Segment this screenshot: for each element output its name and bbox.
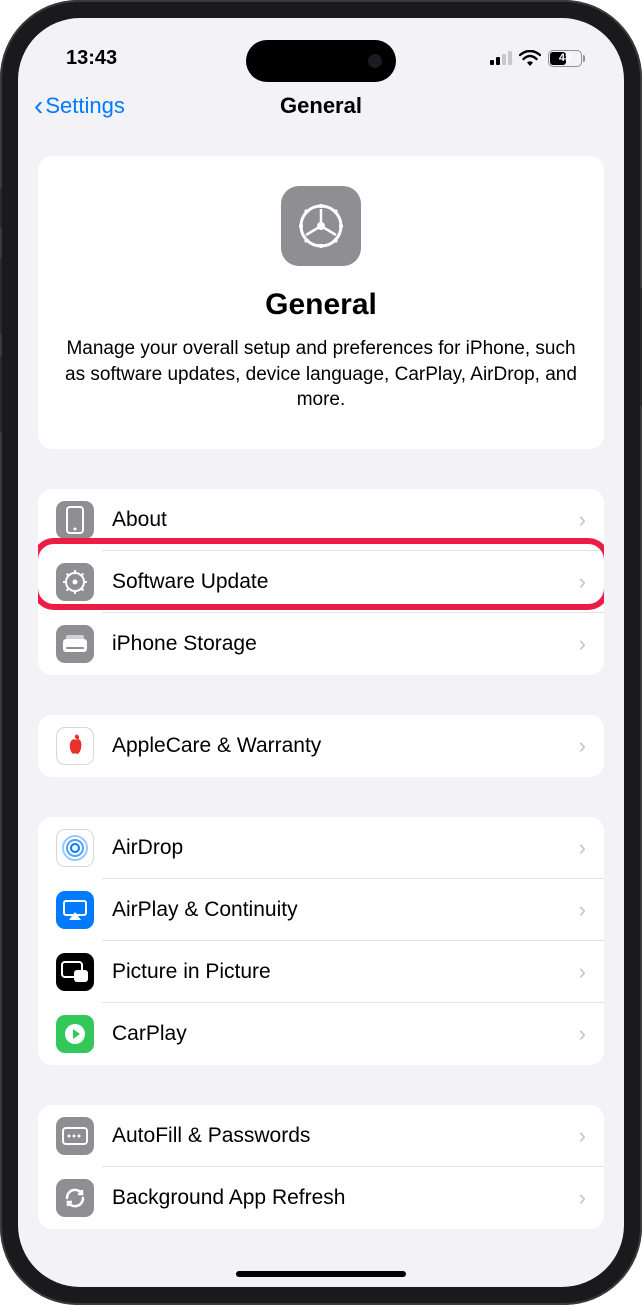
chevron-right-icon: › — [579, 835, 586, 861]
silent-switch — [0, 188, 2, 228]
row-software-update[interactable]: Software Update › — [38, 551, 604, 613]
chevron-right-icon: › — [579, 897, 586, 923]
pip-icon — [56, 953, 94, 991]
row-label: AirPlay & Continuity — [112, 898, 579, 922]
chevron-right-icon: › — [579, 631, 586, 657]
row-label: iPhone Storage — [112, 632, 579, 656]
chevron-right-icon: › — [579, 1021, 586, 1047]
chevron-right-icon: › — [579, 507, 586, 533]
chevron-right-icon: › — [579, 733, 586, 759]
gear-icon — [56, 563, 94, 601]
row-airplay[interactable]: AirPlay & Continuity › — [38, 879, 604, 941]
back-label: Settings — [45, 93, 125, 119]
autofill-icon — [56, 1117, 94, 1155]
row-label: Picture in Picture — [112, 960, 579, 984]
row-iphone-storage[interactable]: iPhone Storage › — [38, 613, 604, 675]
row-label: AutoFill & Passwords — [112, 1124, 579, 1148]
row-carplay[interactable]: CarPlay › — [38, 1003, 604, 1065]
dynamic-island — [246, 40, 396, 82]
home-indicator[interactable] — [236, 1271, 406, 1277]
row-label: About — [112, 508, 579, 532]
battery-icon: 48 — [548, 50, 582, 67]
row-applecare[interactable]: AppleCare & Warranty › — [38, 715, 604, 777]
general-gear-icon — [281, 186, 361, 266]
volume-down-button — [0, 356, 2, 432]
row-label: AirDrop — [112, 836, 579, 860]
cellular-icon — [490, 51, 512, 65]
row-label: AppleCare & Warranty — [112, 734, 579, 758]
carplay-icon — [56, 1015, 94, 1053]
nav-bar: ‹ Settings General — [18, 78, 624, 134]
row-label: CarPlay — [112, 1022, 579, 1046]
refresh-icon — [56, 1179, 94, 1217]
section-connectivity: AirDrop › AirPlay & Continuity › — [38, 817, 604, 1065]
row-background-refresh[interactable]: Background App Refresh › — [38, 1167, 604, 1229]
volume-up-button — [0, 258, 2, 334]
back-button[interactable]: ‹ Settings — [34, 92, 125, 120]
chevron-right-icon: › — [579, 1123, 586, 1149]
row-airdrop[interactable]: AirDrop › — [38, 817, 604, 879]
hero-title: General — [64, 288, 578, 322]
drive-icon — [56, 625, 94, 663]
row-label: Background App Refresh — [112, 1186, 579, 1210]
airdrop-icon — [56, 829, 94, 867]
content-area[interactable]: General Manage your overall setup and pr… — [18, 134, 624, 1229]
row-label: Software Update — [112, 570, 579, 594]
hero-card: General Manage your overall setup and pr… — [38, 156, 604, 449]
hero-description: Manage your overall setup and preference… — [64, 336, 578, 413]
chevron-right-icon: › — [579, 569, 586, 595]
section-applecare: AppleCare & Warranty › — [38, 715, 604, 777]
row-pip[interactable]: Picture in Picture › — [38, 941, 604, 1003]
screen: 13:43 48 — [18, 18, 624, 1287]
nav-title: General — [280, 93, 362, 119]
chevron-right-icon: › — [579, 1185, 586, 1211]
wifi-icon — [519, 50, 541, 66]
section-system: AutoFill & Passwords › Background App Re… — [38, 1105, 604, 1229]
row-about[interactable]: About › — [38, 489, 604, 551]
status-time: 13:43 — [66, 47, 117, 70]
front-camera-icon — [368, 54, 382, 68]
section-general: About › Software Update › iPhone — [38, 489, 604, 675]
airplay-icon — [56, 891, 94, 929]
phone-frame: 13:43 48 — [0, 0, 642, 1305]
row-autofill[interactable]: AutoFill & Passwords › — [38, 1105, 604, 1167]
phone-icon — [56, 501, 94, 539]
apple-icon — [56, 727, 94, 765]
chevron-right-icon: › — [579, 959, 586, 985]
chevron-left-icon: ‹ — [34, 92, 43, 120]
